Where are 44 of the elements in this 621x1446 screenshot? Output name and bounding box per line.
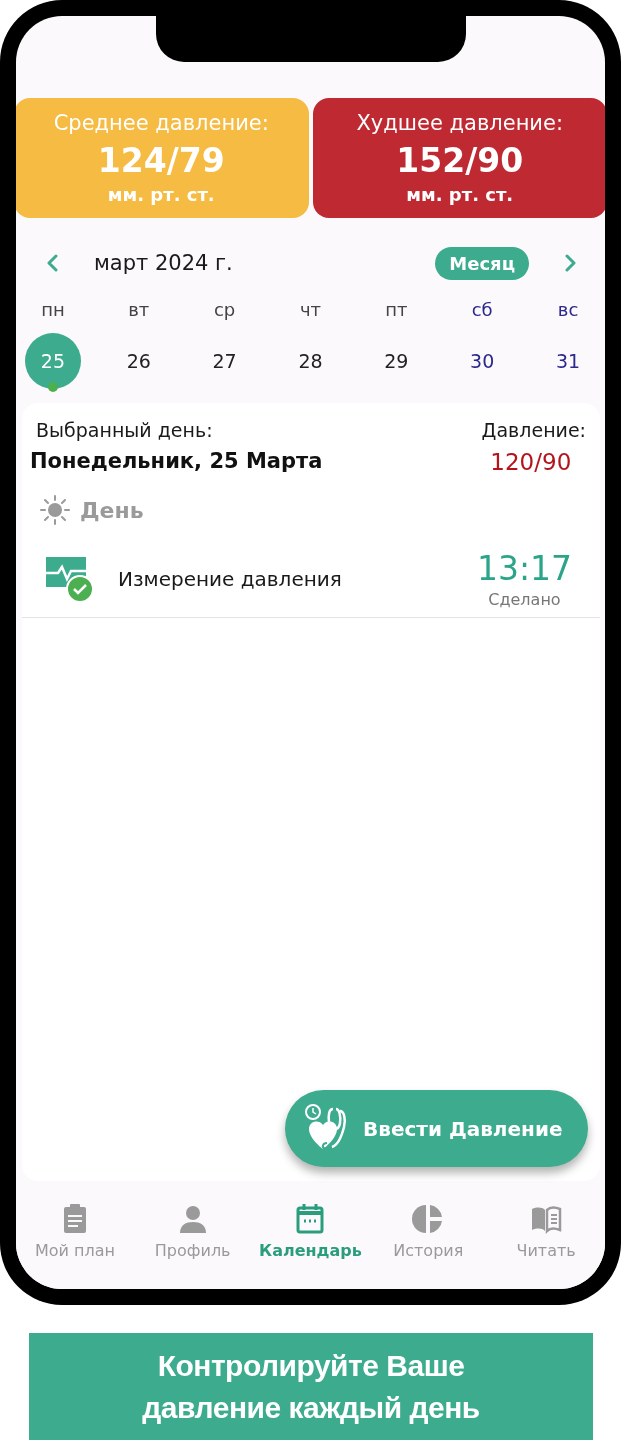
nav-tab[interactable]: Календарь: [251, 1191, 370, 1289]
measurement-title: Измерение давления: [118, 567, 343, 591]
weekday-label: вт: [127, 299, 151, 322]
calendar-day[interactable]: 30: [454, 333, 511, 389]
nav-tab[interactable]: Читать: [487, 1191, 605, 1289]
measurement-status: Сделано: [488, 590, 561, 609]
calendar-day[interactable]: 29: [368, 333, 425, 389]
weekday-label: сб: [470, 299, 494, 322]
stat-label: Худшее давление:: [356, 111, 563, 135]
book-icon: [530, 1203, 563, 1235]
calendar-icon: [294, 1203, 327, 1235]
nav-tab[interactable]: Мой план: [16, 1191, 134, 1289]
weekday-label: пн: [40, 299, 66, 322]
pressure-value: 120/90: [490, 449, 572, 475]
stat-label: Среднее давление:: [53, 111, 269, 135]
weekday-label: вс: [556, 299, 580, 322]
weekday-label: пт: [384, 299, 409, 322]
sun-icon: [40, 495, 70, 525]
pie-chart-icon: [412, 1203, 445, 1235]
calendar-day[interactable]: 27: [196, 333, 253, 389]
calendar-day[interactable]: 25: [24, 333, 81, 389]
stat-value: 124/79: [97, 141, 225, 180]
nav-tab[interactable]: Профиль: [133, 1191, 252, 1289]
pressure-label: Давление:: [481, 419, 586, 441]
calendar-day[interactable]: 26: [110, 333, 167, 389]
calendar-day[interactable]: 28: [282, 333, 339, 389]
measurement-row[interactable]: Измерение давления 13:17 Сделано: [22, 525, 600, 618]
month-view-button[interactable]: Месяц: [435, 246, 529, 280]
promo-caption: Контролируйте Ваше давление каждый день: [141, 1347, 481, 1426]
stat-value: 152/90: [396, 141, 524, 180]
selected-day-label: Выбранный день:: [36, 419, 214, 441]
calendar-day[interactable]: 31: [540, 333, 597, 389]
stat-unit: мм. рт. ст.: [107, 184, 215, 205]
stat-unit: мм. рт. ст.: [406, 184, 514, 205]
weekday-label: чт: [298, 299, 323, 322]
period-label: День: [80, 497, 144, 523]
measurement-time: 13:17: [476, 549, 572, 588]
previous-month-icon[interactable]: [46, 253, 60, 273]
nav-tab[interactable]: История: [369, 1191, 488, 1289]
enter-pressure-button[interactable]: Ввести Давление: [285, 1090, 588, 1167]
next-month-icon[interactable]: [563, 253, 577, 273]
weekday-label: ср: [212, 299, 237, 322]
selected-day-date: Понедельник, 25 Марта: [30, 449, 323, 473]
month-title: март 2024 г.: [94, 251, 234, 275]
